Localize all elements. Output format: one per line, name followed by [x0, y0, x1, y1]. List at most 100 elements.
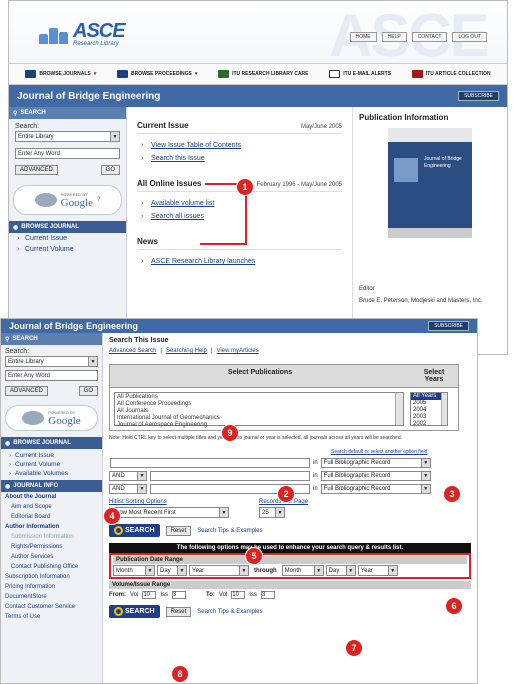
listbox-scrollbar[interactable]	[441, 393, 447, 425]
boolean-select-1[interactable]: AND ▼	[109, 471, 147, 481]
nav-browse-proceedings[interactable]: BROWSE PROCEEDINGS ▾	[117, 70, 197, 78]
search-input[interactable]: Enter Any Word	[5, 370, 98, 381]
pub-option[interactable]: All Conference Proceedings	[117, 401, 393, 408]
year-option[interactable]: All Years	[411, 393, 441, 400]
callout-marker-8: 8	[172, 666, 188, 682]
sidebar-item-current-issue[interactable]: Current Issue	[9, 233, 126, 244]
sidebar-item-available-volumes[interactable]: Available Volumes	[1, 469, 102, 478]
to-month-select[interactable]: Month ▼	[281, 565, 324, 576]
sidebar-contact-office[interactable]: Contact Publishing Office	[1, 562, 102, 572]
records-select[interactable]: 25 ▼	[259, 507, 285, 518]
search-scope-select[interactable]: Entire Library ▼	[5, 356, 98, 367]
go-button[interactable]: GO	[100, 165, 120, 175]
view-toc-link[interactable]: View Issue Table of Contents	[151, 142, 241, 149]
year-option[interactable]: 2004	[411, 407, 441, 414]
sidebar-author-info[interactable]: Author Information	[1, 522, 102, 532]
advanced-button[interactable]: ADVANCED	[15, 165, 58, 175]
search-all-issues-link[interactable]: Search all issues	[151, 213, 204, 220]
nav-browse-journals[interactable]: BROWSE JOURNALS ▾	[25, 70, 96, 78]
sorting-select[interactable]: Show Most Recent First ▼	[109, 507, 229, 518]
pub-option[interactable]: All Publications	[117, 394, 393, 401]
sidebar-subscription[interactable]: Subscription Information	[1, 572, 102, 582]
search-tips-link-bottom[interactable]: Search Tips & Examples	[197, 609, 262, 615]
contact-link[interactable]: CONTACT	[411, 32, 448, 42]
publications-listbox[interactable]: All Publications All Conference Proceedi…	[114, 392, 404, 429]
search-tips-link[interactable]: Search Tips & Examples	[197, 528, 262, 534]
to-day-select[interactable]: Day ▼	[325, 565, 356, 576]
sidebar-aim-scope[interactable]: Aim and Scope	[1, 502, 102, 512]
to-iss-input[interactable]: 3	[260, 591, 275, 599]
from-vol-input[interactable]: 10	[142, 591, 157, 599]
search-input[interactable]: Enter Any Word	[15, 148, 120, 159]
sidebar-item-current-volume[interactable]: Current Volume	[1, 460, 102, 469]
to-vol-input[interactable]: 10	[231, 591, 246, 599]
year-option[interactable]: 2005	[411, 400, 441, 407]
pub-option[interactable]: All Journals	[117, 408, 393, 415]
sidebar-rights[interactable]: Rights/Permissions	[1, 542, 102, 552]
nav-article-collection[interactable]: ITU ARTICLE COLLECTION	[411, 70, 491, 78]
volume-list-link[interactable]: Available volume list	[151, 200, 214, 207]
sidebar-terms[interactable]: Terms of Use	[1, 612, 102, 622]
select-value: Full Bibliographic Record	[323, 460, 391, 466]
field-select-2[interactable]: Full Bibliographic Record ▼	[320, 471, 431, 481]
sidebar-item-current-issue[interactable]: Current Issue	[1, 451, 102, 460]
section-label: BROWSE JOURNAL	[21, 224, 79, 230]
pub-option[interactable]: International Journal of Geomechanics	[117, 415, 393, 422]
nav-email-alerts[interactable]: ITU E-MAIL ALERTS	[329, 70, 391, 78]
help-link[interactable]: HELP	[381, 32, 407, 42]
search-this-issue-link[interactable]: Search this Issue	[151, 155, 205, 162]
sidebar-pricing[interactable]: Pricing Information	[1, 582, 102, 592]
advanced-search-link[interactable]: Advanced Search	[109, 348, 156, 354]
search-button-bottom[interactable]: SEARCH	[109, 605, 160, 618]
listbox-scrollbar[interactable]	[395, 393, 403, 425]
from-label: From:	[109, 592, 126, 598]
sidebar-about[interactable]: About the Journal	[1, 492, 102, 502]
select-value: AND	[112, 486, 125, 492]
sidebar-author-services[interactable]: Author Services	[1, 552, 102, 562]
field-select-3[interactable]: Full Bibliographic Record ▼	[320, 484, 431, 494]
logout-link[interactable]: LOG OUT	[452, 32, 487, 42]
reset-button-bottom[interactable]: Reset	[165, 606, 192, 617]
advanced-button[interactable]: ADVANCED	[5, 386, 48, 396]
in-label: in	[313, 486, 318, 492]
searching-help-link[interactable]: Searching Help	[166, 348, 207, 354]
news-link[interactable]: ASCE Research Library launches	[151, 258, 255, 265]
nav-label: ITU ARTICLE COLLECTION	[425, 71, 491, 77]
sidebar-editorial-board[interactable]: Editorial Board	[1, 512, 102, 522]
callout-marker-2: 2	[278, 486, 294, 502]
home-link[interactable]: HOME	[349, 32, 377, 42]
field-select-1[interactable]: Full Bibliographic Record ▼	[320, 458, 431, 468]
sidebar-item-current-volume[interactable]: Current Volume	[9, 244, 126, 255]
search-button[interactable]: SEARCH	[109, 524, 160, 537]
through-label: through	[254, 567, 277, 574]
years-listbox[interactable]: All Years 2005 2004 2003 2002	[410, 392, 448, 428]
go-button[interactable]: GO	[78, 386, 98, 396]
asce-logo[interactable]: ASCE Research Library	[39, 21, 126, 47]
default-field-link[interactable]: Search default or select another option …	[331, 449, 471, 455]
subscribe-button[interactable]: SUBSCRIBE	[458, 91, 499, 101]
nav-library-care[interactable]: ITU RESEARCH LIBRARY CARE	[218, 70, 309, 78]
pub-option[interactable]: Journal of Aerospace Engineering	[117, 422, 393, 429]
sidebar-customer-service[interactable]: Contact Customer Service	[1, 602, 102, 612]
boolean-select-2[interactable]: AND ▼	[109, 484, 147, 494]
in-label: in	[313, 460, 318, 466]
to-year-select[interactable]: Year ▼	[357, 565, 398, 576]
myarticles-link[interactable]: View myArticles	[217, 348, 259, 354]
help-icon[interactable]: ?	[97, 197, 100, 203]
year-option[interactable]: 2003	[411, 414, 441, 421]
reset-button[interactable]: Reset	[165, 525, 192, 536]
from-day-select[interactable]: Day ▼	[157, 565, 187, 576]
sidebar-submission[interactable]: Submission Information	[1, 532, 102, 542]
year-option[interactable]: 2002	[411, 421, 441, 428]
subscribe-button[interactable]: SUBSCRIBE	[428, 321, 469, 331]
section-label: SEARCH	[12, 336, 38, 342]
search-term-input-1[interactable]	[110, 458, 310, 468]
search-scope-select[interactable]: Entire Library ▼	[15, 131, 120, 142]
sidebar-documentstore[interactable]: DocumentStore	[1, 592, 102, 602]
from-year-select[interactable]: Year ▼	[189, 565, 249, 576]
chevron-down-icon: ▼	[137, 472, 146, 480]
journal-cover-image[interactable]: Journal of Bridge Engineering	[388, 128, 472, 238]
search-term-input-2[interactable]	[150, 471, 310, 481]
from-iss-input[interactable]: 3	[172, 591, 187, 599]
from-month-select[interactable]: Month ▼	[113, 565, 155, 576]
